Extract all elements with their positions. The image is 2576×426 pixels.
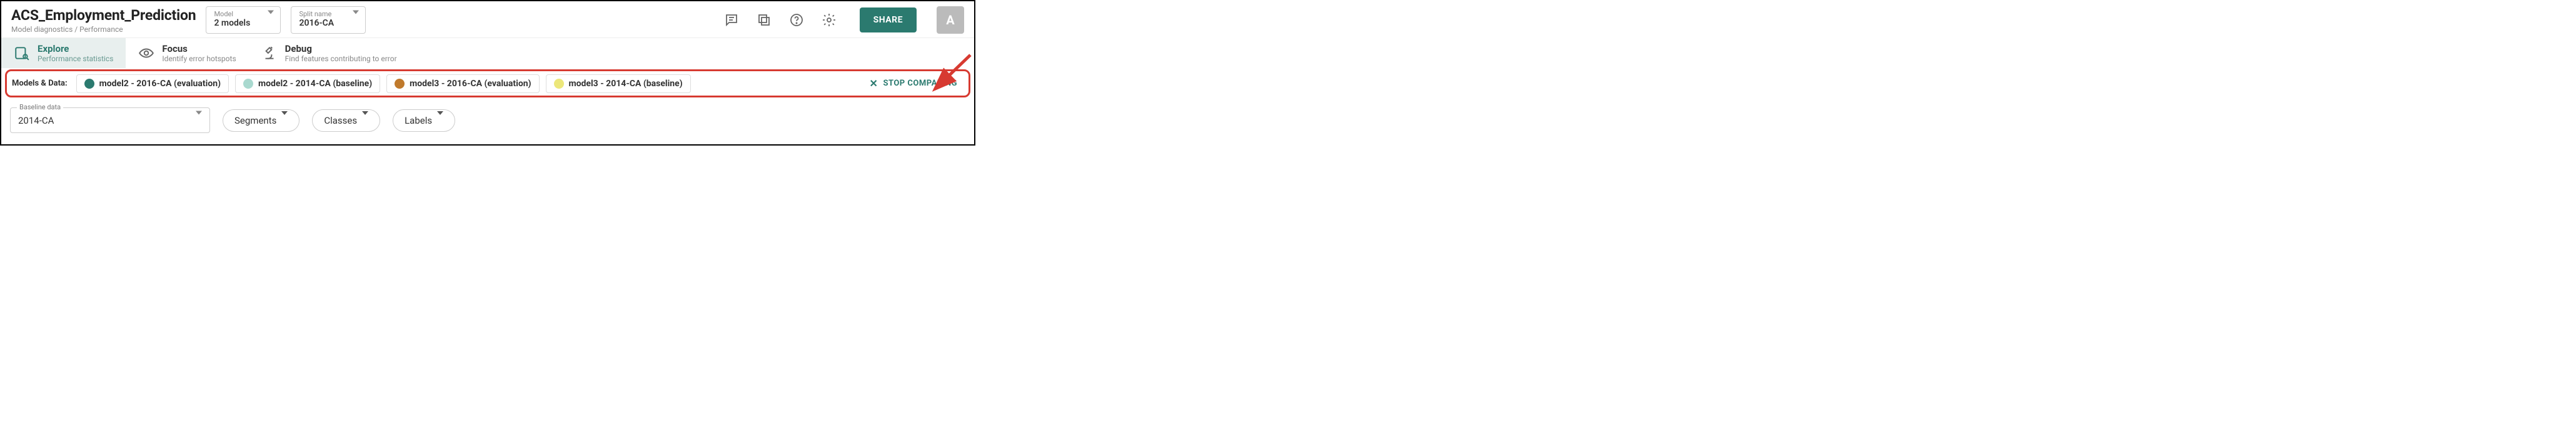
models-data-label: Models & Data: [12, 79, 68, 88]
chevron-down-icon [353, 14, 359, 26]
chevron-down-icon [362, 115, 368, 126]
tab-focus[interactable]: Focus Identify error hotspots [126, 38, 248, 68]
classes-dropdown[interactable]: Classes [312, 109, 380, 132]
model-chip-1[interactable]: model2 - 2014-CA (baseline) [235, 74, 380, 93]
tabs-row: Explore Performance statistics Focus Ide… [1, 37, 974, 68]
title-block: ACS_Employment_Prediction Model diagnost… [11, 7, 196, 34]
help-icon[interactable] [788, 12, 805, 28]
breadcrumb: Model diagnostics / Performance [11, 25, 196, 34]
close-icon: ✕ [870, 77, 878, 89]
labels-label: Labels [405, 115, 432, 126]
tab-focus-sub: Identify error hotspots [162, 54, 236, 63]
model-chip-0-label: model2 - 2016-CA (evaluation) [99, 79, 221, 89]
swatch-icon [243, 79, 253, 89]
swatch-icon [84, 79, 94, 89]
model-dropdown-label: Model [214, 11, 274, 17]
avatar[interactable]: A [937, 6, 964, 34]
split-dropdown[interactable]: Split name 2016-CA [291, 6, 366, 33]
split-dropdown-value: 2016-CA [299, 17, 359, 29]
stop-comparing-label: STOP COMPARING [883, 79, 957, 88]
app-window: ACS_Employment_Prediction Model diagnost… [0, 0, 975, 146]
model-dropdown-value: 2 models [214, 17, 274, 29]
segments-label: Segments [234, 115, 276, 126]
model-chip-0[interactable]: model2 - 2016-CA (evaluation) [76, 74, 229, 93]
tab-focus-title: Focus [162, 43, 236, 54]
chevron-down-icon [437, 115, 443, 126]
model-chip-1-label: model2 - 2014-CA (baseline) [258, 79, 372, 89]
split-dropdown-label: Split name [299, 11, 359, 17]
labels-dropdown[interactable]: Labels [393, 109, 455, 132]
model-chip-3-label: model3 - 2014-CA (baseline) [569, 79, 683, 89]
page-title: ACS_Employment_Prediction [11, 7, 196, 24]
baseline-data-value: 2014-CA [18, 115, 54, 126]
model-chip-3[interactable]: model3 - 2014-CA (baseline) [546, 74, 691, 93]
stop-comparing-button[interactable]: ✕ STOP COMPARING [863, 74, 963, 93]
microscope-icon [261, 45, 278, 61]
model-chip-2[interactable]: model3 - 2016-CA (evaluation) [386, 74, 539, 93]
chevron-down-icon [281, 115, 288, 126]
tab-explore-title: Explore [38, 43, 113, 54]
model-dropdown[interactable]: Model 2 models [206, 6, 281, 33]
tab-debug-sub: Find features contributing to error [285, 54, 397, 63]
tab-debug-title: Debug [285, 43, 397, 54]
swatch-icon [554, 79, 564, 89]
models-data-bar: Models & Data: model2 - 2016-CA (evaluat… [5, 69, 970, 97]
chevron-down-icon [196, 114, 202, 126]
header-bar: ACS_Employment_Prediction Model diagnost… [1, 1, 974, 37]
explore-icon [14, 45, 30, 61]
tab-debug[interactable]: Debug Find features contributing to erro… [249, 38, 410, 68]
share-button[interactable]: SHARE [860, 7, 917, 32]
swatch-icon [395, 79, 405, 89]
tab-explore-sub: Performance statistics [38, 54, 113, 63]
segments-dropdown[interactable]: Segments [223, 109, 299, 132]
chevron-down-icon [268, 14, 274, 26]
model-chip-2-label: model3 - 2016-CA (evaluation) [410, 79, 531, 89]
baseline-data-dropdown[interactable]: Baseline data 2014-CA [10, 107, 210, 133]
tab-explore[interactable]: Explore Performance statistics [1, 38, 126, 68]
filter-row: Baseline data 2014-CA Segments Classes L… [1, 99, 974, 144]
comment-icon[interactable] [723, 12, 740, 28]
classes-label: Classes [324, 115, 357, 126]
baseline-data-legend: Baseline data [17, 103, 63, 111]
eye-icon [138, 45, 154, 61]
gear-icon[interactable] [821, 12, 837, 28]
copy-icon[interactable] [756, 12, 772, 28]
header-action-icons: SHARE A [723, 6, 964, 34]
